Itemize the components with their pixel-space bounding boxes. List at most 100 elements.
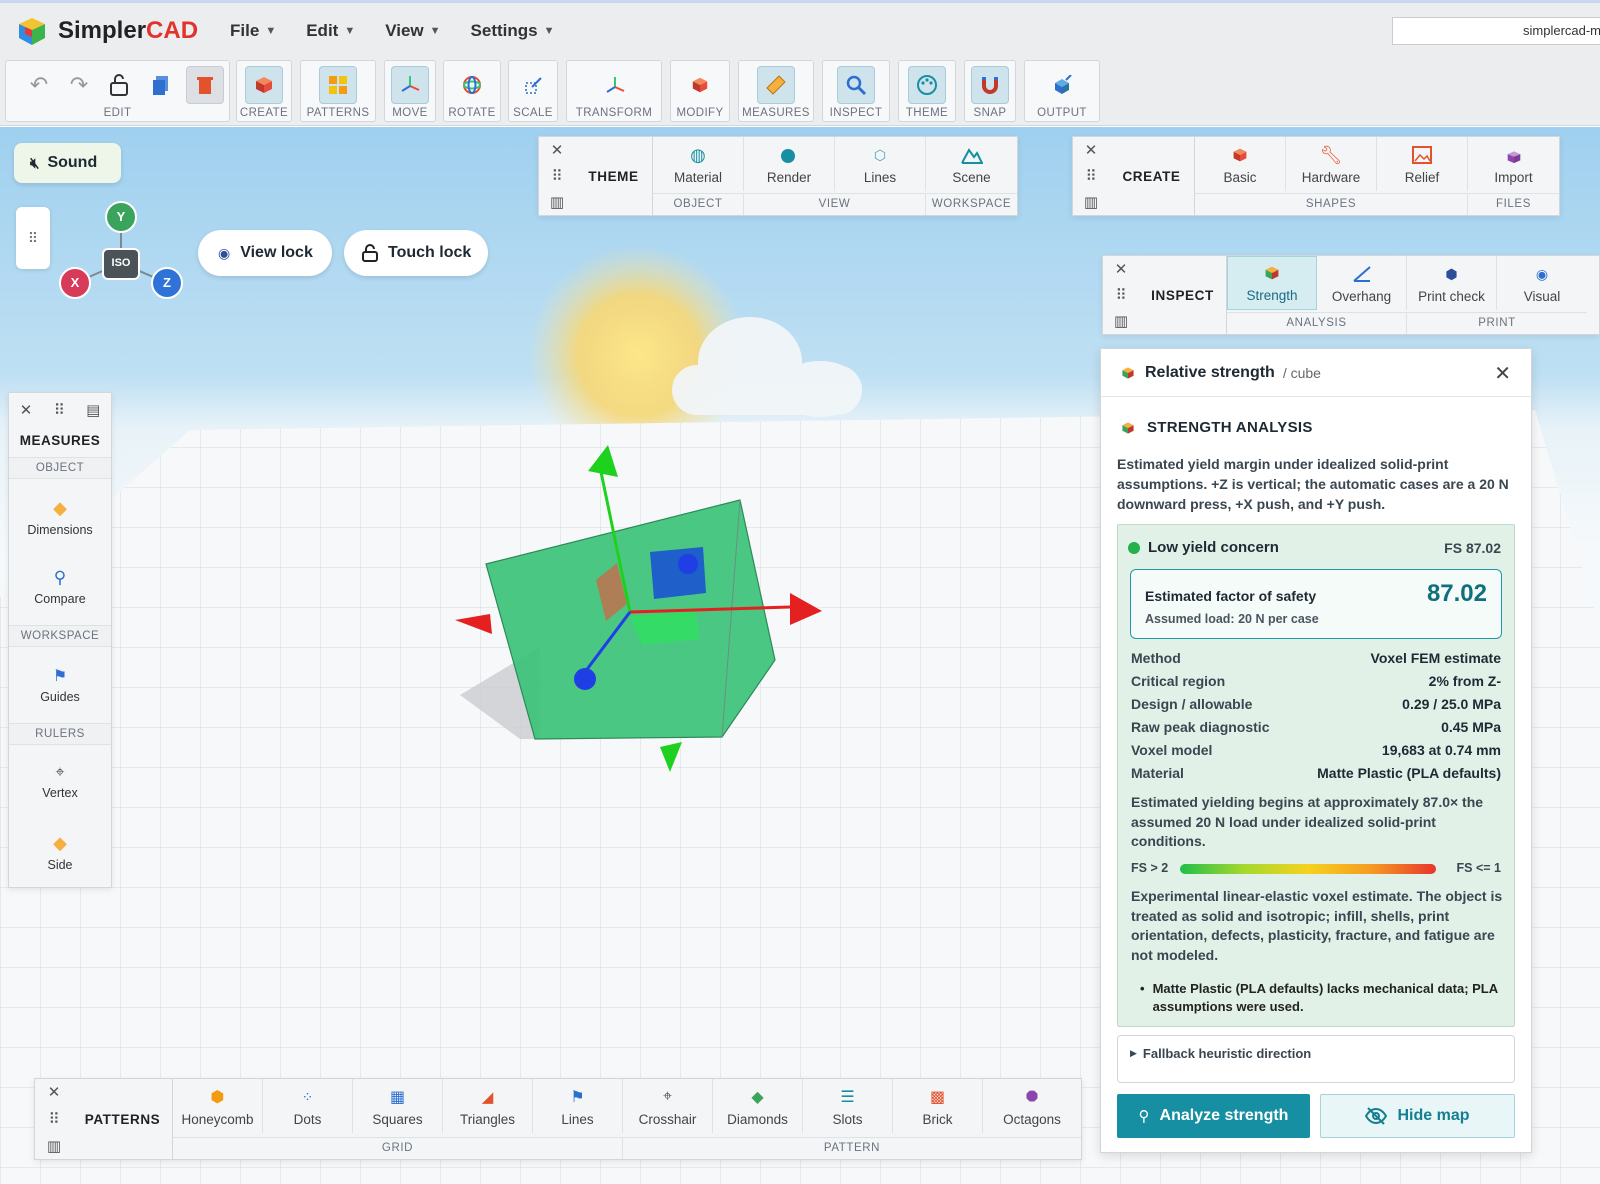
toolbar-theme[interactable]: THEME xyxy=(898,60,956,122)
kv-method: Method Voxel FEM estimate xyxy=(1131,650,1501,666)
squares-grid-icon: ▦ xyxy=(389,1089,406,1106)
guides-flag-icon: ⚑ xyxy=(52,668,68,685)
analyze-strength-label: Analyze strength xyxy=(1159,1107,1289,1124)
pattern-crosshair-button[interactable]: ⌖ Crosshair xyxy=(623,1079,713,1133)
touch-lock-button[interactable]: Touch lock xyxy=(344,230,488,276)
layout-icon[interactable]: ▤ xyxy=(86,401,100,419)
top-bar: SimplerCAD File ▼ Edit ▼ View ▼ Settings ▼ s… xyxy=(0,0,1600,58)
toolbar-output[interactable]: OUTPUT xyxy=(1024,60,1100,122)
theme-scene-button[interactable]: Scene xyxy=(926,137,1017,191)
menu-edit[interactable]: Edit ▼ xyxy=(298,15,363,47)
create-import-button[interactable]: Import xyxy=(1468,137,1559,191)
measures-dimensions-button[interactable]: ◆ Dimensions xyxy=(9,498,111,537)
hide-map-label: Hide map xyxy=(1397,1107,1470,1124)
close-icon[interactable]: ✕ xyxy=(551,141,564,159)
drag-handle-icon[interactable]: ⠿ xyxy=(1116,286,1127,304)
chevron-down-icon: ▼ xyxy=(429,24,441,37)
layout-icon[interactable]: ▥ xyxy=(47,1137,61,1155)
gizmo-drag-handle[interactable]: ⠿ xyxy=(16,207,50,269)
undo-icon[interactable]: ↶ xyxy=(20,66,58,104)
sound-button[interactable]: 🔇︎ Sound xyxy=(14,143,121,183)
strength-intro-text: Estimated yield margin under idealized s… xyxy=(1117,456,1509,512)
section-view: VIEW xyxy=(744,193,926,215)
fos-label: Estimated factor of safety xyxy=(1145,588,1317,604)
pattern-lines-button[interactable]: ⚑ Lines xyxy=(533,1079,623,1133)
lock-icon[interactable] xyxy=(100,66,138,104)
modify-cube-icon xyxy=(681,66,719,104)
toolbar-create[interactable]: CREATE xyxy=(236,60,292,122)
drag-handle-icon[interactable]: ⠿ xyxy=(552,167,563,185)
menu-file[interactable]: File ▼ xyxy=(222,15,284,47)
analyze-strength-button[interactable]: ⚲ Analyze strength xyxy=(1117,1094,1310,1138)
delete-icon[interactable] xyxy=(186,66,224,104)
toolbar-modify[interactable]: MODIFY xyxy=(670,60,730,122)
close-icon[interactable]: ✕ xyxy=(1085,141,1098,159)
toolbar-transform[interactable]: TRANSFORM xyxy=(566,60,662,122)
axis-x-label[interactable]: X xyxy=(68,275,82,290)
theme-material-button[interactable]: ◍ Material xyxy=(653,137,744,191)
inspect-print-check-button[interactable]: ⬢ Print check xyxy=(1407,256,1497,310)
measures-side-button[interactable]: ◆ Side xyxy=(9,833,111,872)
copy-icon[interactable] xyxy=(142,66,180,104)
crosshair-icon: ⌖ xyxy=(55,764,65,781)
panel-controls: ✕ ⠿ ▥ xyxy=(1073,137,1109,215)
wire-cube-icon: ⬡ xyxy=(873,146,887,163)
measures-vertex-button[interactable]: ⌖ Vertex xyxy=(9,764,111,800)
toolbar-patterns[interactable]: PATTERNS xyxy=(300,60,376,122)
toolbar-move[interactable]: MOVE xyxy=(384,60,436,122)
measures-compare-button[interactable]: ⚲ Compare xyxy=(9,568,111,606)
menu-view[interactable]: View ▼ xyxy=(377,15,448,47)
toolbar-rotate[interactable]: ROTATE xyxy=(443,60,501,122)
menu-settings[interactable]: Settings ▼ xyxy=(463,15,563,47)
close-icon[interactable]: ✕ xyxy=(1115,260,1128,278)
layout-icon[interactable]: ▥ xyxy=(550,193,564,211)
url-field[interactable]: simplercad-m xyxy=(1392,17,1600,45)
fallback-disclosure[interactable]: ▶ Fallback heuristic direction xyxy=(1117,1035,1515,1083)
layout-icon[interactable]: ▥ xyxy=(1114,312,1128,330)
pattern-triangles-button[interactable]: ◢ Triangles xyxy=(443,1079,533,1133)
inspect-overhang-button[interactable]: Overhang xyxy=(1317,256,1407,310)
unlock-icon xyxy=(362,244,378,262)
create-hardware-button[interactable]: 🔧︎ Hardware xyxy=(1286,137,1377,191)
create-relief-button[interactable]: Relief xyxy=(1377,137,1468,191)
fs-color-scale xyxy=(1180,864,1436,874)
import-cube-icon xyxy=(1503,144,1525,166)
theme-render-button[interactable]: Render xyxy=(744,137,835,191)
pattern-brick-button[interactable]: ▩ Brick xyxy=(893,1079,983,1133)
toolbar-inspect[interactable]: INSPECT xyxy=(822,60,890,122)
axis-y-label[interactable]: Y xyxy=(114,209,128,224)
layout-icon[interactable]: ▥ xyxy=(1084,193,1098,211)
toolbar-measures[interactable]: MEASURES xyxy=(738,60,814,122)
close-icon[interactable]: ✕ xyxy=(48,1083,61,1101)
drag-handle-icon[interactable]: ⠿ xyxy=(54,401,65,419)
pattern-octagons-button[interactable]: ⯃ Octagons xyxy=(983,1079,1081,1133)
theme-panel-title: THEME xyxy=(575,137,653,215)
close-icon[interactable]: ✕ xyxy=(20,401,33,419)
pattern-slots-button[interactable]: ☰ Slots xyxy=(803,1079,893,1133)
drag-handle-icon[interactable]: ⠿ xyxy=(1086,167,1097,185)
toolbar-scale[interactable]: SCALE xyxy=(508,60,558,122)
toolbar-snap[interactable]: SNAP xyxy=(964,60,1016,122)
drag-handle-icon[interactable]: ⠿ xyxy=(49,1110,60,1128)
slots-icon: ☰ xyxy=(840,1089,855,1106)
measures-guides-button[interactable]: ⚑ Guides xyxy=(9,666,111,704)
app-logo[interactable]: SimplerCAD xyxy=(16,11,198,51)
view-lock-button[interactable]: ◉ View lock xyxy=(198,230,332,276)
search-icon: ⚲ xyxy=(1138,1108,1150,1125)
inspect-strength-button[interactable]: Strength xyxy=(1227,256,1317,310)
pattern-dots-button[interactable]: ⁘ Dots xyxy=(263,1079,353,1133)
section-object: OBJECT xyxy=(653,193,744,215)
section-pattern: PATTERN xyxy=(623,1137,1081,1159)
redo-icon[interactable]: ↷ xyxy=(60,66,98,104)
pattern-diamonds-button[interactable]: ◆ Diamonds xyxy=(713,1079,803,1133)
status-row: Low yield concern xyxy=(1128,539,1279,556)
theme-lines-button[interactable]: ⬡ Lines xyxy=(835,137,926,191)
close-icon[interactable]: ✕ xyxy=(1494,361,1511,386)
pattern-squares-button[interactable]: ▦ Squares xyxy=(353,1079,443,1133)
axis-z-label[interactable]: Z xyxy=(160,275,174,290)
create-basic-button[interactable]: Basic xyxy=(1195,137,1286,191)
hide-map-button[interactable]: Hide map xyxy=(1320,1094,1515,1138)
pattern-honeycomb-button[interactable]: ⬢ Honeycomb xyxy=(173,1079,263,1133)
inspect-visual-button[interactable]: ◉ Visual xyxy=(1497,256,1587,310)
axis-iso-label[interactable]: ISO xyxy=(103,257,139,269)
